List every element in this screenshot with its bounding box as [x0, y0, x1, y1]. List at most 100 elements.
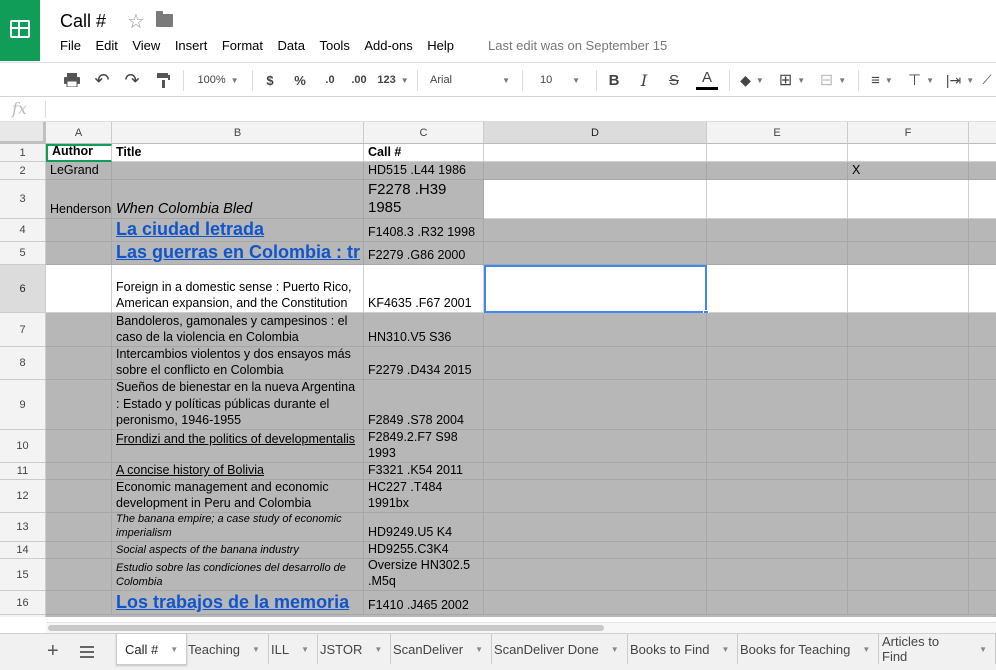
row-header[interactable]: 5 [0, 242, 46, 265]
sheets-logo-icon[interactable] [0, 0, 40, 61]
cell-title-link[interactable]: Las guerras en Colombia : tr [112, 242, 364, 265]
sheet-tab-teaching[interactable]: Teaching ▼ [180, 634, 269, 664]
cell[interactable] [848, 219, 969, 242]
chevron-down-icon[interactable]: ▼ [374, 645, 382, 654]
cell[interactable] [969, 513, 996, 542]
column-header-e[interactable]: E [707, 122, 848, 144]
chevron-down-icon[interactable]: ▼ [301, 645, 309, 654]
menu-help[interactable]: Help [427, 38, 454, 53]
cell[interactable] [484, 480, 707, 513]
cell[interactable] [707, 313, 848, 347]
cell[interactable] [484, 591, 707, 615]
sheet-tab-articles-to-find[interactable]: Articles to Find ▼ [874, 634, 996, 664]
zoom-select[interactable]: 100% ▼ [190, 63, 246, 97]
cell[interactable] [484, 219, 707, 242]
all-sheets-menu-icon[interactable] [80, 646, 94, 658]
cell-call-number[interactable]: HN310.V5 S36 [364, 313, 484, 347]
cell-author[interactable] [46, 480, 112, 513]
cell[interactable] [848, 480, 969, 513]
horizontal-scrollbar[interactable] [46, 622, 996, 633]
cell-call-number[interactable]: F3321 .K54 2011 [364, 463, 484, 480]
sheet-tab-call[interactable]: Call # ▼ [116, 634, 188, 665]
cell[interactable] [484, 180, 707, 219]
borders-button[interactable]: ⊞ ▼ [776, 63, 808, 97]
cell[interactable] [484, 242, 707, 265]
cell[interactable] [484, 144, 707, 162]
cell[interactable] [707, 265, 848, 313]
menu-file[interactable]: File [60, 38, 81, 53]
cell-author[interactable] [46, 542, 112, 559]
cell-author[interactable] [46, 513, 112, 542]
sheet-tab-jstor[interactable]: JSTOR ▼ [312, 634, 392, 664]
sheet-tab-books-for-teaching[interactable]: Books for Teaching ▼ [732, 634, 880, 664]
cell[interactable] [969, 180, 996, 219]
cell-call-number[interactable]: HD9249.U5 K4 [364, 513, 484, 542]
row-header[interactable]: 6 [0, 265, 46, 313]
cell-title-link[interactable]: La ciudad letrada [112, 219, 364, 242]
font-family-select[interactable]: Arial ▼ [424, 63, 516, 97]
scrollbar-thumb[interactable] [48, 625, 604, 631]
more-formats-button[interactable]: 123 ▼ [376, 63, 410, 97]
selected-cell-d6[interactable] [484, 265, 707, 313]
cell[interactable] [46, 615, 996, 617]
cell-author[interactable] [46, 380, 112, 430]
cell-author[interactable] [46, 591, 112, 615]
cell[interactable] [969, 144, 996, 162]
cell-call-number[interactable]: KF4635 .F67 2001 [364, 265, 484, 313]
chevron-down-icon[interactable]: ▼ [252, 645, 260, 654]
last-edit-link[interactable]: Last edit was on September 15 [488, 38, 667, 53]
cell-call-number[interactable]: HD515 .L44 1986 [364, 162, 484, 180]
sheet-tab-scandeliver[interactable]: ScanDeliver ▼ [385, 634, 493, 664]
column-header-c[interactable]: C [364, 122, 484, 144]
cell[interactable] [848, 591, 969, 615]
cell-author[interactable] [46, 313, 112, 347]
cell[interactable] [969, 542, 996, 559]
cell[interactable] [848, 313, 969, 347]
cell-title[interactable]: Social aspects of the banana industry [112, 542, 364, 559]
cell-title[interactable]: Foreign in a domestic sense : Puerto Ric… [112, 265, 364, 313]
cell[interactable] [707, 513, 848, 542]
sheet-tab-scandeliver-done[interactable]: ScanDeliver Done ▼ [486, 634, 628, 664]
cell-call-number[interactable]: F2849 .S78 2004 [364, 380, 484, 430]
cell-call-number[interactable]: F1410 .J465 2002 [364, 591, 484, 615]
row-header[interactable]: 14 [0, 542, 46, 559]
row-header[interactable]: 3 [0, 180, 46, 219]
menu-tools[interactable]: Tools [319, 38, 349, 53]
chevron-down-icon[interactable]: ▼ [475, 645, 483, 654]
cell[interactable] [848, 265, 969, 313]
cell[interactable] [484, 513, 707, 542]
cell[interactable] [848, 542, 969, 559]
row-header[interactable]: 7 [0, 313, 46, 347]
cell[interactable] [484, 380, 707, 430]
cell-title[interactable]: Economic management and economic develop… [112, 480, 364, 513]
cell[interactable] [848, 559, 969, 591]
cell-title[interactable]: Frondizi and the politics of development… [112, 430, 364, 463]
cell[interactable] [848, 513, 969, 542]
cell-author-header[interactable]: Author [46, 144, 112, 162]
cell-title[interactable]: When Colombia Bled [112, 180, 364, 219]
cell-call-header[interactable]: Call # [364, 144, 484, 162]
cell-call-number[interactable]: F2278 .H39 1985 [364, 180, 484, 219]
currency-format-button[interactable]: $ [260, 63, 280, 97]
cell[interactable] [848, 347, 969, 380]
cell-title[interactable]: Estudio sobre las condiciones del desarr… [112, 559, 364, 591]
cell[interactable] [707, 480, 848, 513]
increase-decimals-button[interactable]: .00 [346, 63, 372, 97]
cell[interactable] [707, 591, 848, 615]
formula-input[interactable] [52, 97, 996, 121]
column-header-f[interactable]: F [848, 122, 969, 144]
italic-button[interactable]: I [633, 63, 655, 97]
cell-title[interactable]: A concise history of Bolivia [112, 463, 364, 480]
menu-format[interactable]: Format [222, 38, 263, 53]
cell[interactable] [707, 430, 848, 463]
vertical-align-button[interactable]: ⊤ ▼ [904, 63, 938, 97]
cell[interactable] [969, 242, 996, 265]
row-header[interactable]: 9 [0, 380, 46, 430]
folder-icon[interactable] [156, 11, 173, 27]
cell[interactable] [484, 463, 707, 480]
chevron-down-icon[interactable]: ▼ [862, 645, 870, 654]
cell[interactable] [848, 380, 969, 430]
cell-title[interactable]: Sueños de bienestar en la nueva Argentin… [112, 380, 364, 430]
chevron-down-icon[interactable]: ▼ [170, 645, 178, 654]
undo-icon[interactable]: ↶ [90, 63, 114, 97]
